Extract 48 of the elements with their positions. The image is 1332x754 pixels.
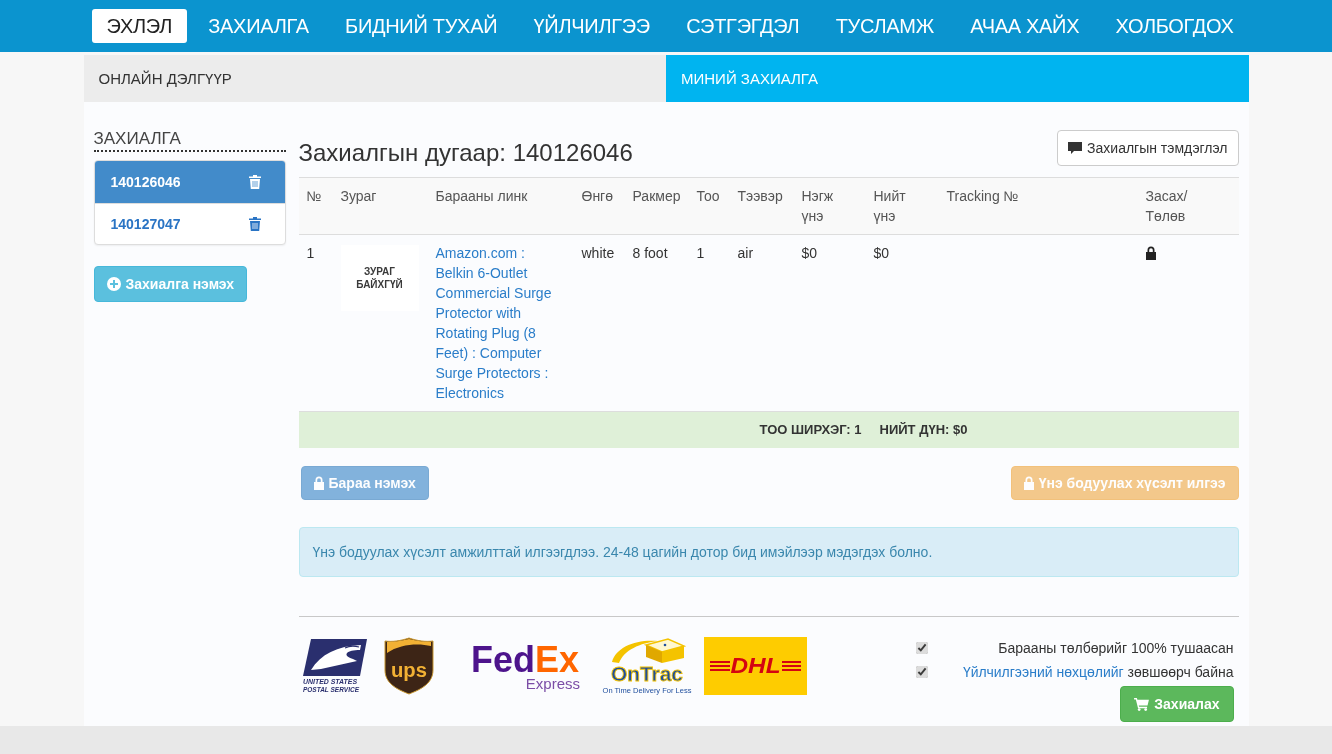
terms-link[interactable]: Үйлчилгээний нөхцөлийг [963,664,1124,680]
column-header: Нэгж үнэ [793,177,866,235]
nav-link[interactable]: СЭТГЭГДЭЛ [671,9,815,43]
nav-link[interactable]: ҮЙЛЧИЛГЭЭ [518,9,665,43]
plus-circle-icon [106,277,121,291]
summary-text: ТОО ШИРХЭГ: 1 [759,421,862,439]
nav-link[interactable]: ТУСЛАМЖ [820,9,949,43]
order-list-item[interactable]: 140127047 [94,203,285,244]
column-header: Ракмер [624,177,689,235]
cart-icon [1134,697,1150,711]
nav-link[interactable]: ХОЛБОГДОХ [1100,9,1249,43]
nav-link[interactable]: ЭХЛЭЛ [91,9,187,43]
ups-logo: ups [383,637,434,695]
tab[interactable]: ОНЛАЙН ДЭЛГҮҮР [83,55,666,102]
section-heading: ЗАХИАЛГА [93,129,286,152]
column-header: Tracking № [938,177,1138,235]
info-alert: Үнэ бодуулах хүсэлт амжилттай илгээгдлээ. 24-48 цагийн дотор бид имэйлээр мэдэгдэх болно. [298,527,1239,577]
column-header: Барааны линк [427,177,574,235]
agreement-label: Барааны төлбөрийг 100% тушаасан [998,640,1234,656]
lock-icon [313,476,324,490]
column-header: Зураг [332,177,428,235]
column-header: № [298,177,333,235]
dhl-logo: DHL [703,637,807,695]
trash-icon[interactable] [248,175,261,189]
tab[interactable]: МИНИЙ ЗАХИАЛГА [666,55,1249,102]
comment-icon [1068,142,1083,154]
lock-icon [1023,476,1034,490]
nav-link[interactable]: ЗАХИАЛГА [193,9,324,43]
nav-link[interactable]: БИДНИЙ ТУХАЙ [330,9,513,43]
summary-text: НИЙТ ДҮН: $0 [879,421,968,439]
agreement-label: Үйлчилгээний нөхцөлийг зөвшөөрч байна [963,664,1234,680]
order-note-button[interactable]: Захиалгын тэмдэглэл [1057,130,1239,166]
agreement-checkbox[interactable] [915,666,928,678]
column-header: Нийт үнэ [865,177,939,235]
column-header: Өнгө [573,177,625,235]
order-list-item[interactable]: 140126046 [94,161,285,203]
column-header: Тээвэр [729,177,794,235]
order-title: Захиалгын дугаар: 140126046 [298,139,633,166]
product-link[interactable]: Amazon.com : Belkin 6-Outlet Commercial Surge Protector with Rotating Plug (8 Feet) : Computer Surge Protectors : Electronics [435,243,558,403]
trash-icon[interactable] [248,217,261,231]
nav-link[interactable]: АЧАА ХАЙХ [955,9,1095,43]
agreement-checkbox[interactable] [915,642,928,654]
add-order-button[interactable]: Захиалга нэмэх [93,266,248,302]
order-submit-button[interactable]: Захиалах [1120,686,1234,722]
column-header: Засах/Төлөв [1137,177,1239,235]
fedex-logo: FedEx Express [469,640,590,692]
placeholder-caption: ЗУРАГ БАЙХГҮЙ [355,265,404,291]
column-header: Тоо [688,177,730,235]
